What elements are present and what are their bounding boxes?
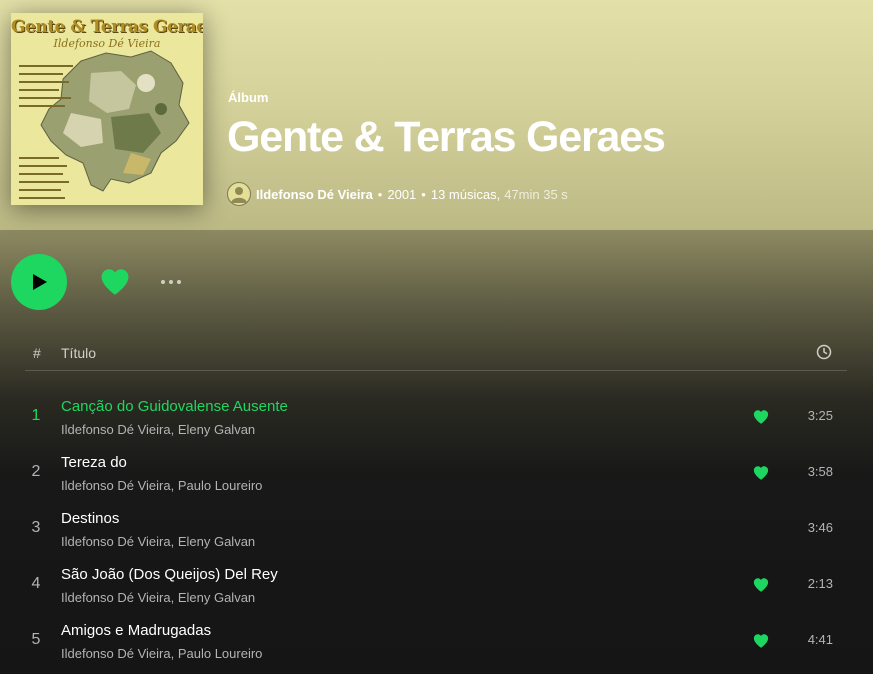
album-meta: Ildefonso Dé Vieira • 2001 • 13 músicas,… [227,181,568,207]
track-number: 2 [31,463,41,480]
track-title[interactable]: Tereza do [61,454,127,471]
like-album-button[interactable] [98,265,132,299]
track-artists[interactable]: Ildefonso Dé Vieira, Paulo Loureiro [61,646,262,661]
more-icon [177,280,181,284]
album-year: 2001 [387,186,417,202]
track-artists[interactable]: Ildefonso Dé Vieira, Eleny Galvan [61,534,255,549]
track-duration: 3:58 [807,464,833,479]
track-number: 5 [31,631,41,648]
column-title-header[interactable]: Título [61,345,96,361]
track-title[interactable]: Destinos [61,510,119,527]
meta-separator: • [377,186,383,202]
cover-title: Gente & Terras Geraes [11,17,203,37]
play-icon [33,274,47,290]
more-options-button[interactable] [156,270,186,294]
track-row[interactable]: 1 Canção do Guidovalense Ausente Ildefon… [25,389,847,445]
album-duration: 47min 35 s [504,186,568,202]
meta-separator: • [421,186,426,202]
track-title[interactable]: São João (Dos Queijos) Del Rey [61,566,278,583]
track-title[interactable]: Amigos e Madrugadas [61,622,211,639]
track-duration: 2:13 [807,576,833,591]
more-icon [169,280,173,284]
track-duration: 3:25 [807,408,833,423]
heart-icon[interactable] [752,632,770,650]
album-track-count: 13 músicas, [430,186,501,202]
track-duration: 3:46 [807,520,833,535]
track-artists[interactable]: Ildefonso Dé Vieira, Eleny Galvan [61,422,255,437]
heart-icon[interactable] [752,408,770,426]
heart-icon [101,269,129,295]
track-number: 3 [31,519,41,536]
heart-icon[interactable] [752,464,770,482]
track-artists[interactable]: Ildefonso Dé Vieira, Paulo Loureiro [61,478,262,493]
track-artists[interactable]: Ildefonso Dé Vieira, Eleny Galvan [61,590,255,605]
album-type-label: Álbum [228,90,269,105]
track-title[interactable]: Canção do Guidovalense Ausente [61,398,288,415]
album-cover[interactable]: Gente & Terras Geraes Ildefonso Dé Vieir… [11,13,203,205]
track-row[interactable]: 2 Tereza do Ildefonso Dé Vieira, Paulo L… [25,445,847,501]
artist-avatar[interactable] [227,182,251,206]
column-number-header: # [33,345,41,361]
heart-icon[interactable] [752,576,770,594]
track-row[interactable]: 4 São João (Dos Queijos) Del Rey Ildefon… [25,557,847,613]
play-button[interactable] [11,254,67,310]
artist-avatar-image [231,187,247,203]
clock-icon [816,344,832,360]
album-title: Gente & Terras Geraes [227,113,666,161]
artist-link[interactable]: Ildefonso Dé Vieira [256,187,373,202]
track-row[interactable]: 3 Destinos Ildefonso Dé Vieira, Eleny Ga… [25,501,847,557]
more-icon [161,280,165,284]
tracklist-header: # Título [25,340,847,371]
track-row[interactable]: 5 Amigos e Madrugadas Ildefonso Dé Vieir… [25,613,847,669]
track-number: 4 [31,575,41,592]
track-number: 1 [31,407,41,424]
cover-subtitle: Ildefonso Dé Vieira [53,37,161,50]
track-duration: 4:41 [807,632,833,647]
